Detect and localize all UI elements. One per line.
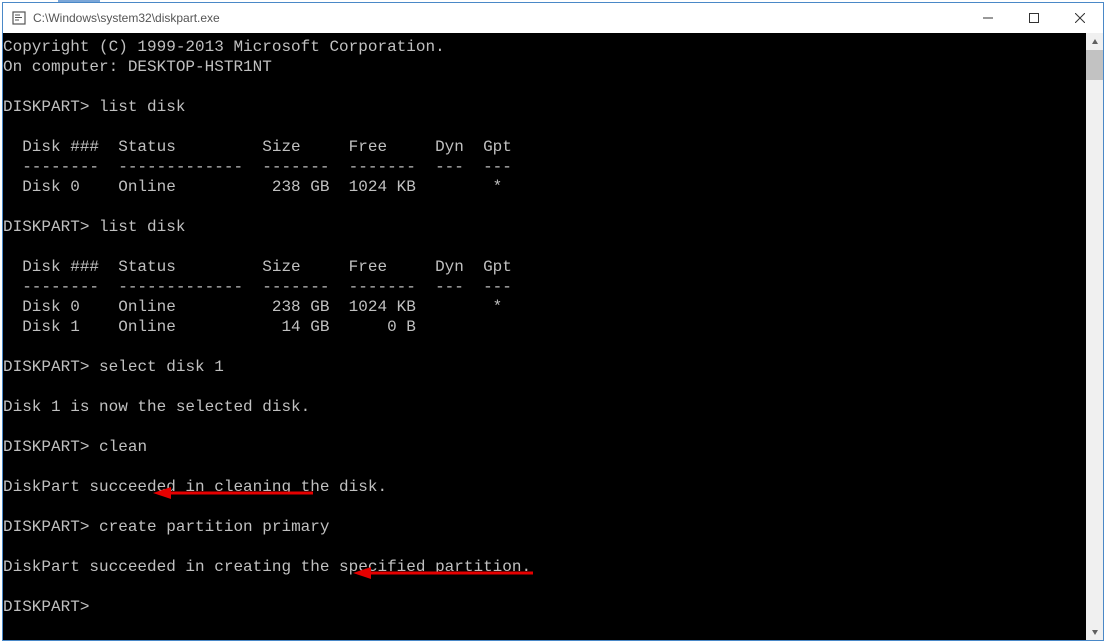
window-buttons [965,3,1103,33]
prompt: DISKPART> [3,98,89,116]
console-area: Copyright (C) 1999-2013 Microsoft Corpor… [3,33,1103,640]
prompt: DISKPART> [3,218,89,236]
table-header: Disk ### Status Size Free Dyn Gpt [3,138,512,156]
prompt: DISKPART> [3,598,89,616]
prompt: DISKPART> [3,518,89,536]
terminal-output[interactable]: Copyright (C) 1999-2013 Microsoft Corpor… [3,33,1086,640]
prompt: DISKPART> [3,438,89,456]
table-row: Disk 0 Online 238 GB 1024 KB * [3,178,502,196]
computer-line: On computer: DESKTOP-HSTR1NT [3,58,272,76]
cmd-create-partition: create partition primary [99,518,329,536]
cmd-list-disk-1: list disk [99,98,185,116]
scroll-down-button[interactable] [1086,623,1103,640]
table-row: Disk 0 Online 238 GB 1024 KB * [3,298,502,316]
copyright-line: Copyright (C) 1999-2013 Microsoft Corpor… [3,38,445,56]
app-icon [11,10,27,26]
vertical-scrollbar[interactable] [1086,33,1103,640]
scroll-up-button[interactable] [1086,33,1103,50]
cmd-select-disk: select disk 1 [99,358,224,376]
table-header: Disk ### Status Size Free Dyn Gpt [3,258,512,276]
window-title: C:\Windows\system32\diskpart.exe [33,11,965,25]
msg-create-ok: DiskPart succeeded in creating the speci… [3,558,531,576]
cmd-clean: clean [99,438,147,456]
scrollbar-thumb[interactable] [1086,50,1103,80]
close-button[interactable] [1057,3,1103,33]
cmd-list-disk-2: list disk [99,218,185,236]
msg-clean-ok: DiskPart succeeded in cleaning the disk. [3,478,387,496]
scrollbar-track[interactable] [1086,50,1103,623]
table-sep: -------- ------------- ------- ------- -… [3,278,512,296]
table-row: Disk 1 Online 14 GB 0 B [3,318,416,336]
maximize-button[interactable] [1011,3,1057,33]
diskpart-window: C:\Windows\system32\diskpart.exe Copyrig… [2,2,1104,641]
title-bar[interactable]: C:\Windows\system32\diskpart.exe [3,3,1103,33]
minimize-button[interactable] [965,3,1011,33]
table-sep: -------- ------------- ------- ------- -… [3,158,512,176]
prompt: DISKPART> [3,358,89,376]
msg-selected: Disk 1 is now the selected disk. [3,398,310,416]
